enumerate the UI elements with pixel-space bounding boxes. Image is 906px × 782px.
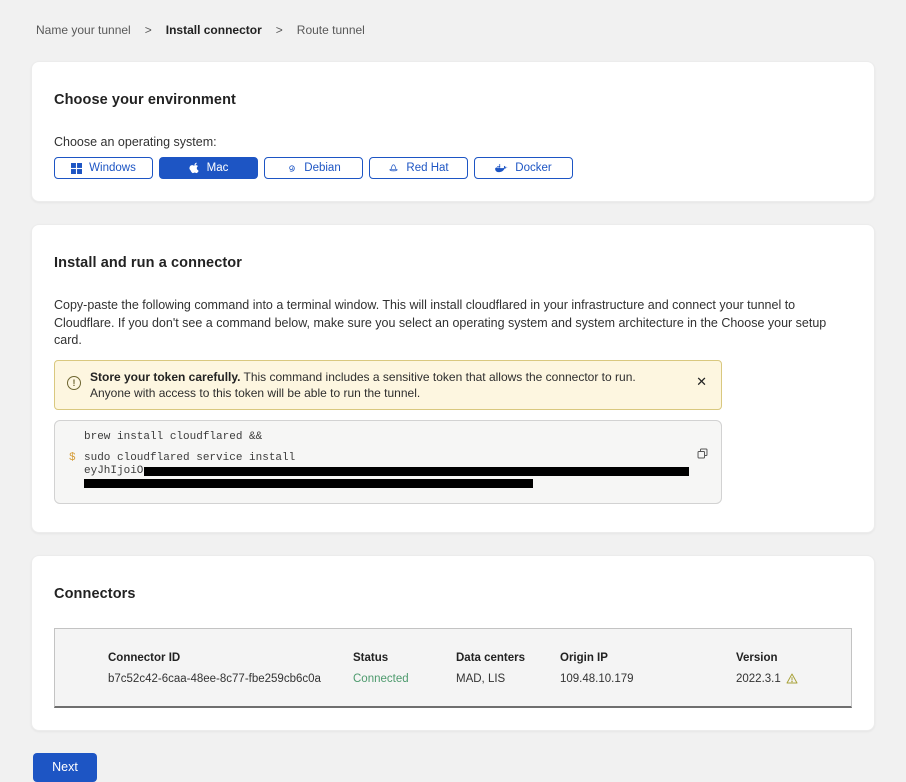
os-button-label: Mac	[207, 162, 229, 174]
os-button-label: Red Hat	[406, 162, 448, 174]
install-command-code-block: brew install cloudflared && $ sudo cloud…	[54, 420, 722, 504]
status-badge: Connected	[353, 673, 456, 685]
breadcrumb-step-install-connector[interactable]: Install connector	[166, 23, 262, 37]
connectors-card-title: Connectors	[54, 586, 852, 602]
os-button-label: Windows	[89, 162, 136, 174]
col-status: Status	[353, 652, 456, 664]
token-prefix: eyJhIjoiO	[84, 466, 143, 477]
origin-ip-value: 109.48.10.179	[560, 673, 736, 685]
connector-id-value: b7c52c42-6caa-48ee-8c77-fbe259cb6c0a	[108, 673, 353, 685]
code-line-brew: brew install cloudflared &&	[84, 432, 707, 443]
breadcrumb-step-route-tunnel[interactable]: Route tunnel	[297, 23, 365, 37]
col-version: Version	[736, 652, 851, 664]
install-connector-card: Install and run a connector Copy-paste t…	[31, 224, 875, 533]
redacted-token-bar-2	[84, 479, 533, 488]
windows-icon	[71, 163, 82, 174]
warning-title: Store your token carefully.	[90, 370, 241, 384]
version-value: 2022.3.1	[736, 673, 851, 685]
breadcrumb-separator: >	[145, 23, 152, 37]
os-button-label: Docker	[515, 162, 551, 174]
os-button-redhat[interactable]: Red Hat	[369, 157, 468, 179]
next-button[interactable]: Next	[33, 753, 97, 782]
close-icon[interactable]: ✕	[696, 375, 707, 388]
col-data-centers: Data centers	[456, 652, 560, 664]
col-connector-id: Connector ID	[108, 652, 353, 664]
data-centers-value: MAD, LIS	[456, 673, 560, 685]
apple-icon	[189, 162, 200, 175]
os-button-group: Windows Mac Debian Red Hat	[54, 157, 852, 179]
install-description: Copy-paste the following command into a …	[54, 297, 849, 350]
os-button-docker[interactable]: Docker	[474, 157, 573, 179]
os-button-windows[interactable]: Windows	[54, 157, 153, 179]
table-header-row: Connector ID Status Data centers Origin …	[55, 629, 851, 664]
redacted-token-bar	[144, 467, 689, 476]
os-button-debian[interactable]: Debian	[264, 157, 363, 179]
connectors-table: Connector ID Status Data centers Origin …	[54, 628, 852, 708]
shell-prompt: $	[69, 453, 84, 492]
breadcrumb: Name your tunnel > Install connector > R…	[36, 23, 875, 37]
docker-icon	[495, 163, 508, 173]
code-line-sudo: sudo cloudflared service install	[84, 453, 689, 464]
alert-circle-icon: !	[67, 376, 81, 390]
version-number: 2022.3.1	[736, 673, 781, 685]
connectors-card: Connectors Connector ID Status Data cent…	[31, 555, 875, 731]
version-warning-icon	[786, 673, 798, 684]
environment-card-title: Choose your environment	[54, 92, 852, 108]
redhat-icon	[388, 162, 399, 174]
breadcrumb-separator: >	[276, 23, 283, 37]
warning-text: Store your token carefully.This command …	[90, 369, 687, 401]
copy-icon[interactable]	[696, 447, 709, 463]
col-origin-ip: Origin IP	[560, 652, 736, 664]
install-card-title: Install and run a connector	[54, 255, 852, 271]
tunnel-setup-page: Name your tunnel > Install connector > R…	[0, 0, 906, 782]
os-select-label: Choose an operating system:	[54, 135, 852, 149]
token-warning-banner: ! Store your token carefully.This comman…	[54, 360, 722, 410]
os-button-mac[interactable]: Mac	[159, 157, 258, 179]
breadcrumb-step-name-your-tunnel[interactable]: Name your tunnel	[36, 23, 131, 37]
debian-icon	[286, 163, 297, 174]
table-row: b7c52c42-6caa-48ee-8c77-fbe259cb6c0a Con…	[55, 664, 851, 706]
choose-environment-card: Choose your environment Choose an operat…	[31, 61, 875, 202]
os-button-label: Debian	[304, 162, 340, 174]
